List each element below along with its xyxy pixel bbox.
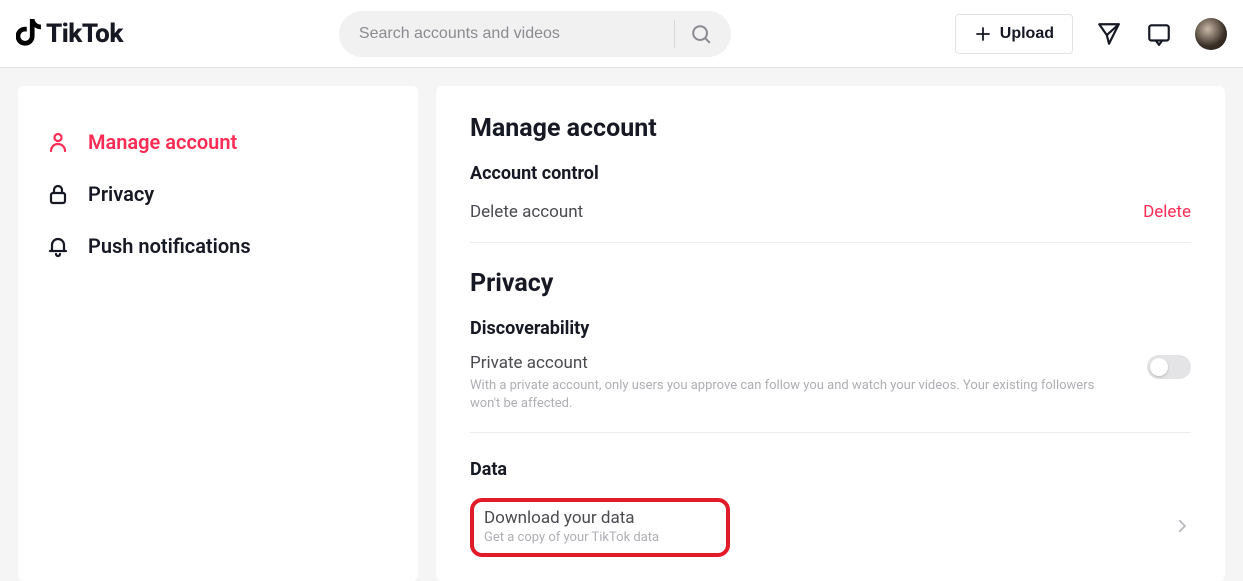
private-account-label: Private account bbox=[470, 353, 1110, 373]
top-bar: TikTok Upload bbox=[0, 0, 1243, 68]
upload-button[interactable]: Upload bbox=[955, 14, 1073, 54]
paper-plane-icon bbox=[1096, 21, 1122, 47]
data-title: Data bbox=[470, 459, 1191, 480]
upload-label: Upload bbox=[1000, 25, 1054, 43]
lock-icon bbox=[46, 182, 70, 206]
private-account-row: Private account With a private account, … bbox=[470, 353, 1191, 430]
sidebar-item-label: Push notifications bbox=[88, 234, 251, 258]
plus-icon bbox=[974, 25, 992, 43]
section-divider bbox=[470, 432, 1191, 433]
download-data-row[interactable]: Download your data Get a copy of your Ti… bbox=[470, 494, 1191, 565]
search-bar bbox=[339, 11, 731, 57]
delete-account-row: Delete account Delete bbox=[470, 198, 1191, 240]
search-button[interactable] bbox=[679, 12, 723, 56]
search-separator bbox=[674, 20, 675, 48]
download-data-label: Download your data bbox=[484, 508, 716, 528]
section-divider bbox=[470, 242, 1191, 243]
download-data-highlight: Download your data Get a copy of your Ti… bbox=[470, 498, 730, 557]
sidebar-item-privacy[interactable]: Privacy bbox=[46, 168, 390, 220]
search-input[interactable] bbox=[359, 25, 666, 43]
private-account-text: Private account With a private account, … bbox=[470, 353, 1110, 412]
private-account-toggle[interactable] bbox=[1147, 355, 1191, 379]
sidebar-item-manage-account[interactable]: Manage account bbox=[46, 116, 390, 168]
settings-layout: Manage account Privacy Push notification… bbox=[0, 68, 1243, 581]
sidebar-item-push-notifications[interactable]: Push notifications bbox=[46, 220, 390, 272]
download-data-sub: Get a copy of your TikTok data bbox=[484, 530, 716, 545]
account-control-title: Account control bbox=[470, 163, 1191, 184]
top-right-actions: Upload bbox=[955, 14, 1227, 54]
inbox-button[interactable] bbox=[1145, 20, 1173, 48]
tiktok-note-icon bbox=[16, 19, 42, 49]
private-account-description: With a private account, only users you a… bbox=[470, 377, 1110, 412]
privacy-title: Privacy bbox=[470, 269, 1191, 298]
manage-account-title: Manage account bbox=[470, 114, 1191, 143]
avatar[interactable] bbox=[1195, 18, 1227, 50]
search-container bbox=[339, 11, 939, 57]
search-icon bbox=[690, 23, 712, 45]
person-icon bbox=[46, 130, 70, 154]
sidebar-item-label: Privacy bbox=[88, 182, 154, 206]
messages-button[interactable] bbox=[1095, 20, 1123, 48]
brand-logo[interactable]: TikTok bbox=[16, 19, 123, 49]
inbox-icon bbox=[1146, 21, 1172, 47]
discoverability-title: Discoverability bbox=[470, 318, 1191, 339]
settings-main: Manage account Account control Delete ac… bbox=[436, 86, 1225, 581]
delete-account-action[interactable]: Delete bbox=[1143, 202, 1191, 222]
bell-icon bbox=[46, 234, 70, 258]
download-data-chevron[interactable] bbox=[1173, 517, 1191, 539]
brand-text: TikTok bbox=[46, 19, 123, 49]
chevron-right-icon bbox=[1173, 517, 1191, 535]
settings-sidebar: Manage account Privacy Push notification… bbox=[18, 86, 418, 581]
delete-account-label: Delete account bbox=[470, 202, 583, 222]
sidebar-item-label: Manage account bbox=[88, 130, 237, 154]
